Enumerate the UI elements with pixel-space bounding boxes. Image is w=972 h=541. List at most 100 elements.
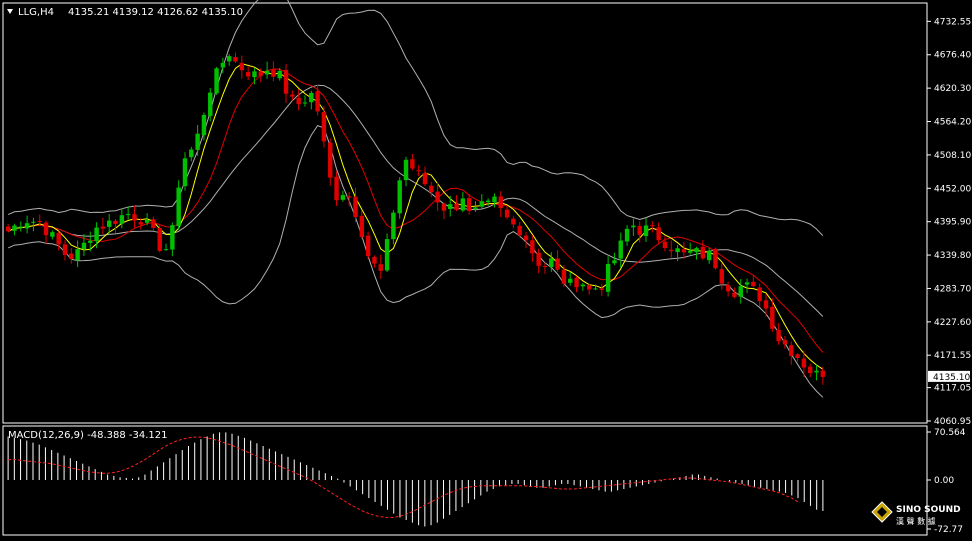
sino-sound-logo: SINO SOUND 漢 聲 數 據 (871, 501, 961, 526)
candle-body (416, 170, 421, 172)
candle-body (429, 185, 434, 193)
candle-body (801, 358, 807, 368)
candle-body (258, 71, 263, 76)
candle-body (391, 212, 396, 240)
candle-body (182, 158, 188, 187)
candle-body (315, 91, 320, 112)
candle-body (725, 284, 731, 292)
candle-body (435, 191, 440, 203)
candle (460, 192, 466, 213)
candle-body (568, 278, 573, 283)
bollinger-middle-line (7, 84, 824, 317)
candle-body (277, 70, 282, 79)
candle (485, 198, 491, 207)
candle (321, 106, 327, 148)
candle (789, 341, 794, 365)
candle (523, 231, 529, 249)
candle (245, 66, 251, 80)
candle (69, 247, 74, 264)
candle-body (43, 222, 49, 236)
price-tick-label: 4283.70 (934, 284, 971, 294)
candle-body (233, 57, 238, 62)
candle-body (106, 220, 112, 227)
candle (170, 222, 175, 257)
candle (574, 275, 579, 293)
price-tick-label: 4508.10 (934, 151, 971, 161)
candle (195, 125, 200, 156)
collapse-triangle-icon[interactable] (7, 9, 13, 14)
candle (176, 180, 181, 230)
candle (296, 89, 301, 111)
candle-body (700, 246, 706, 259)
candle (252, 68, 257, 85)
candle-body (163, 249, 169, 251)
candle (738, 279, 743, 304)
candle (24, 215, 30, 234)
candle-body (201, 114, 207, 136)
candle-body (719, 269, 725, 284)
candle (586, 284, 592, 295)
candle-body (119, 215, 125, 224)
candle-body (656, 227, 661, 241)
candle-body (675, 248, 680, 253)
candle (530, 234, 535, 263)
candle-body (542, 265, 548, 267)
candle (713, 247, 718, 270)
candle-body (751, 281, 756, 287)
candle (410, 153, 415, 171)
candle-body (252, 71, 257, 78)
candle (643, 217, 649, 242)
candle (62, 240, 68, 261)
candle (309, 90, 314, 110)
candle (498, 190, 503, 218)
candle-body (220, 62, 226, 68)
candle-body (713, 248, 718, 269)
chart-canvas: LLG,H4 4135.21 4139.12 4126.62 4135.10 M… (2, 0, 971, 536)
candle-body (403, 159, 409, 181)
candle-body (479, 201, 485, 207)
candle (403, 156, 409, 187)
chart-window: LLG,H4 4135.21 4139.12 4126.62 4135.10 M… (0, 0, 972, 537)
candle-body (340, 195, 346, 200)
candle-body (681, 249, 687, 253)
candle (706, 247, 712, 264)
candle (504, 205, 510, 220)
candle-body (353, 196, 358, 218)
candle (757, 283, 762, 307)
candle (568, 271, 573, 286)
candle (744, 278, 750, 294)
candle-body (808, 366, 813, 374)
candle-body (283, 70, 289, 94)
candle (271, 61, 276, 82)
price-tick-label: 4117.05 (934, 384, 971, 394)
candle (808, 363, 813, 378)
price-plot (5, 0, 826, 398)
candle-body (94, 227, 99, 242)
candle (315, 85, 320, 116)
price-tick-label: 4676.40 (934, 51, 971, 61)
candle-body (69, 253, 74, 260)
candle-body (466, 197, 472, 211)
candle (694, 246, 699, 260)
price-tick-label: 4564.20 (934, 118, 971, 128)
candle-body (555, 258, 560, 270)
ma-fast-line (7, 63, 824, 370)
candle (384, 233, 390, 273)
candle (517, 221, 522, 238)
candle-body (770, 306, 775, 329)
candle-body (271, 69, 276, 77)
candle-body (37, 220, 42, 223)
candle-body (81, 242, 87, 250)
price-tick-label: 4395.90 (934, 218, 971, 228)
candle-body (359, 215, 365, 238)
candle-body (511, 218, 516, 225)
candle (340, 190, 346, 202)
candle-body (365, 235, 371, 257)
candle (688, 242, 693, 255)
candle-body (669, 249, 674, 252)
candle (681, 241, 687, 259)
candle-body (410, 159, 415, 169)
candle (151, 216, 156, 231)
candle-body (549, 258, 554, 268)
candle (75, 240, 80, 268)
